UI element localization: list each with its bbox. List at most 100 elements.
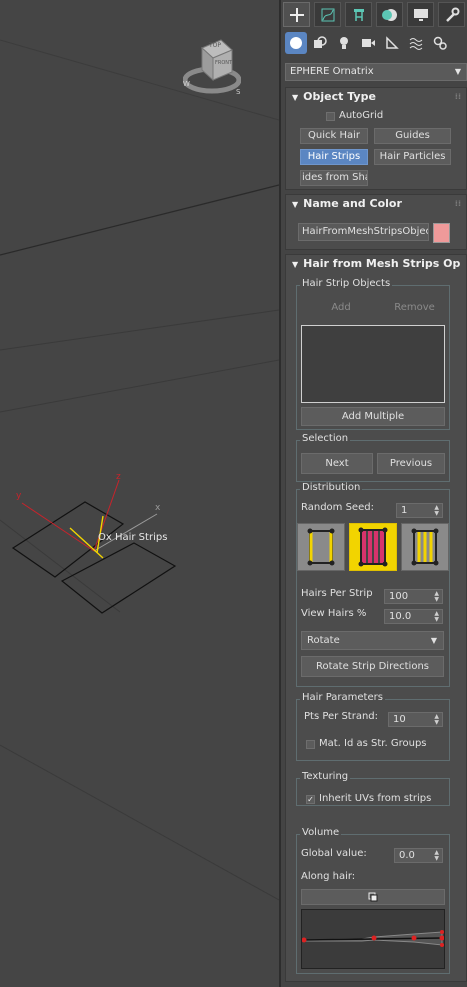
y-axis-line	[21, 502, 95, 552]
hair-parameters-group: Hair Parameters Pts Per Strand: 10 ▲ ▼ Mat…	[296, 692, 450, 761]
viewcube-front-label: FRONT	[215, 60, 233, 66]
distribution-group: Distribution Random Seed: 1 ▲ ▼ Hairs Pe…	[296, 482, 450, 687]
along-hair-curve-graph[interactable]	[301, 909, 445, 969]
spinner-arrows-icon: ▲ ▼	[434, 610, 439, 623]
spinner-arrows-icon: ▲ ▼	[434, 590, 439, 603]
strip-distribution-edge-button[interactable]	[297, 523, 345, 571]
rotate-strip-directions-button[interactable]: Rotate Strip Directions	[301, 656, 444, 677]
motion-icon	[381, 8, 397, 21]
next-button[interactable]: Next	[301, 453, 373, 474]
spinner-arrows-icon: ▲ ▼	[434, 504, 439, 517]
object-category-tabs	[285, 32, 453, 54]
guides-from-shape-button[interactable]: ides from Shap	[300, 170, 368, 186]
viewport-grid	[0, 39, 279, 901]
view-hairs-label: View Hairs %	[301, 608, 367, 619]
object-type-header[interactable]: ▼ Object Type ⁞⁞	[286, 88, 466, 106]
space-warps-subtab[interactable]	[405, 32, 427, 54]
gears-icon	[433, 36, 447, 50]
pts-per-strand-value: 10	[393, 714, 406, 725]
global-value-value: 0.0	[399, 850, 415, 861]
chevron-down-icon: ▼	[430, 636, 437, 645]
volume-title: Volume	[300, 827, 342, 838]
compass-s-label: S	[236, 88, 241, 96]
name-color-header[interactable]: ▼ Name and Color ⁞⁞	[286, 195, 466, 213]
systems-subtab[interactable]	[429, 32, 451, 54]
hair-from-mesh-strips-rollout: ▼ Hair from Mesh Strips Op Hair Strip Obj…	[285, 254, 467, 982]
grip-icon: ⁞⁞	[454, 92, 461, 101]
texturing-title: Texturing	[300, 771, 351, 782]
motion-tab[interactable]	[376, 2, 403, 27]
hair-particles-button[interactable]: Hair Particles	[374, 149, 451, 165]
random-seed-label: Random Seed:	[301, 502, 374, 513]
strip-plane-2	[60, 542, 177, 614]
wrench-icon	[445, 7, 459, 22]
category-dropdown[interactable]: EPHERE Ornatrix ▼	[285, 63, 467, 81]
hairs-per-strip-label: Hairs Per Strip	[301, 588, 373, 599]
chevron-down-icon: ▼	[454, 67, 461, 76]
helpers-subtab[interactable]	[381, 32, 403, 54]
plus-icon	[289, 7, 304, 22]
object-name-label: Ox Hair Strips	[98, 532, 168, 543]
mat-id-label: Mat. Id as Str. Groups	[319, 738, 427, 749]
rotate-dropdown-value: Rotate	[307, 635, 340, 646]
texturing-group: Texturing ✓ Inherit UVs from strips	[296, 771, 450, 806]
viewport-perspective[interactable]: y z x Ox Hair Strips TOP FRONT W S	[0, 0, 279, 987]
rotate-dropdown[interactable]: Rotate ▼	[301, 631, 444, 650]
global-value-label: Global value:	[301, 848, 367, 859]
hair-from-mesh-header[interactable]: ▼ Hair from Mesh Strips Op	[286, 255, 466, 273]
grip-icon: ⁞⁞	[454, 199, 461, 208]
autogrid-label: AutoGrid	[339, 110, 384, 121]
hair-strip-objects-title: Hair Strip Objects	[300, 278, 393, 289]
view-hairs-spinner[interactable]: 10.0 ▲ ▼	[384, 609, 443, 624]
z-axis-label: z	[116, 472, 121, 482]
camera-icon	[362, 39, 375, 47]
create-tab[interactable]	[283, 2, 310, 27]
utilities-tab[interactable]	[438, 2, 465, 27]
shapes-subtab[interactable]	[309, 32, 331, 54]
collapse-icon: ▼	[292, 93, 299, 102]
hairs-per-strip-spinner[interactable]: 100 ▲ ▼	[384, 589, 443, 604]
sphere-icon	[290, 37, 302, 49]
monitor-icon	[413, 8, 428, 21]
modify-tab[interactable]	[314, 2, 341, 27]
viewcube[interactable]: TOP FRONT W S	[183, 36, 241, 98]
shapes-icon	[314, 36, 327, 48]
autogrid-checkbox[interactable]	[326, 112, 335, 121]
viewcube-top-label: TOP	[209, 42, 222, 49]
strip-distribution-uniform-button[interactable]	[349, 523, 397, 571]
previous-button[interactable]: Previous	[377, 453, 445, 474]
display-tab[interactable]	[407, 2, 434, 27]
wave-icon	[409, 38, 423, 50]
hair-strips-button[interactable]: Hair Strips	[300, 149, 368, 165]
hair-from-mesh-title: Hair from Mesh Strips Op	[303, 257, 461, 270]
curve-editor-button[interactable]	[301, 889, 445, 905]
remove-button[interactable]: Remove	[385, 298, 444, 317]
y-axis-label: y	[16, 491, 22, 501]
strip-objects-list[interactable]	[301, 325, 445, 403]
guides-button[interactable]: Guides	[374, 128, 451, 144]
collapse-icon: ▼	[292, 200, 299, 209]
global-value-spinner[interactable]: 0.0 ▲ ▼	[394, 848, 443, 863]
lightbulb-icon	[340, 37, 348, 49]
random-seed-spinner[interactable]: 1 ▲ ▼	[396, 503, 443, 518]
object-name-field[interactable]: HairFromMeshStripsObject	[298, 223, 429, 241]
inherit-uvs-checkbox[interactable]: ✓	[306, 795, 315, 804]
selection-title: Selection	[300, 433, 351, 444]
cameras-subtab[interactable]	[357, 32, 379, 54]
category-dropdown-value: EPHERE Ornatrix	[290, 66, 374, 77]
mat-id-checkbox[interactable]	[306, 740, 315, 749]
object-color-swatch[interactable]	[433, 223, 450, 243]
strip-distribution-random-button[interactable]	[401, 523, 449, 571]
pts-per-strand-spinner[interactable]: 10 ▲ ▼	[388, 712, 443, 727]
x-axis-label: x	[155, 503, 161, 513]
hairs-per-strip-value: 100	[389, 591, 409, 602]
add-button[interactable]: Add	[301, 298, 381, 317]
strip-edges-icon	[307, 528, 335, 566]
quick-hair-button[interactable]: Quick Hair	[300, 128, 368, 144]
view-hairs-value: 10.0	[389, 611, 412, 622]
hierarchy-tab[interactable]	[345, 2, 372, 27]
strip-uniform-icon	[358, 527, 388, 567]
add-multiple-button[interactable]: Add Multiple	[301, 407, 445, 426]
lights-subtab[interactable]	[333, 32, 355, 54]
geometry-subtab[interactable]	[285, 32, 307, 54]
